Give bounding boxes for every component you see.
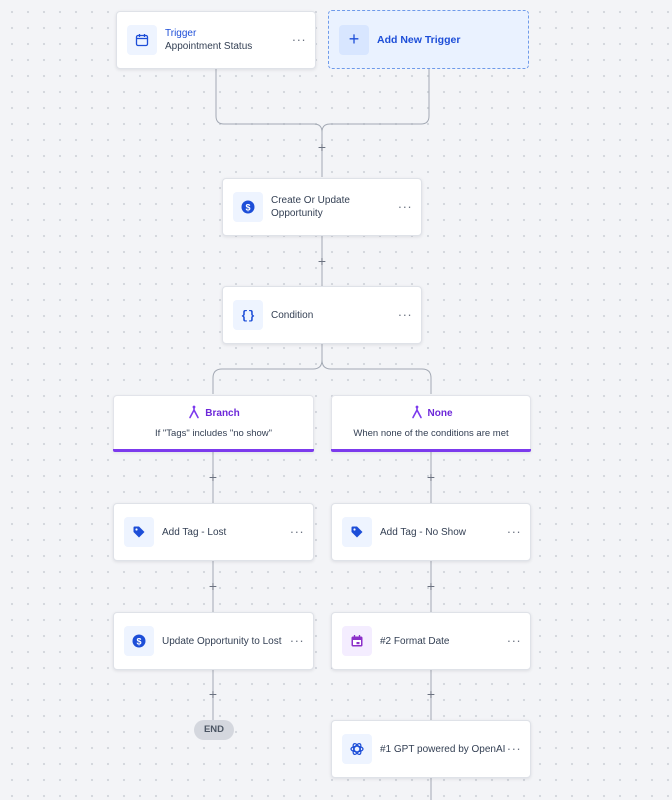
condition-more-button[interactable]: ··· [397,308,413,321]
add-step-button[interactable]: + [424,579,438,593]
condition-card[interactable]: {} Condition ··· [222,286,422,344]
condition-label: Condition [271,309,314,321]
add-step-button[interactable]: + [315,254,329,268]
svg-text:$: $ [245,202,250,212]
trigger-card[interactable]: Trigger Appointment Status ··· [116,11,316,69]
create-update-opportunity-card[interactable]: $ Create Or Update Opportunity ··· [222,178,422,236]
tag-icon [342,517,372,547]
tag-icon [124,517,154,547]
branch-split-icon [410,405,424,422]
create-update-opportunity-more-button[interactable]: ··· [397,200,413,213]
trigger-kicker: Trigger [165,28,197,39]
branch-description: If "Tags" includes "no show" [155,428,272,439]
add-step-button[interactable]: + [315,140,329,154]
add-new-trigger-button[interactable]: + Add New Trigger [328,10,529,69]
add-new-trigger-label: Add New Trigger [377,33,461,46]
add-tag-no-show-card[interactable]: Add Tag - No Show ··· [331,503,531,561]
branch-underline [113,449,314,452]
gpt-openai-more-button[interactable]: ··· [506,742,522,755]
gpt-openai-card[interactable]: #1 GPT powered by OpenAI ··· [331,720,531,778]
format-date-more-button[interactable]: ··· [506,634,522,647]
add-step-button[interactable]: + [424,470,438,484]
end-node: END [194,720,234,740]
format-date-card[interactable]: #2 Format Date ··· [331,612,531,670]
branch-header-left[interactable]: Branch If "Tags" includes "no show" [113,395,314,452]
add-tag-no-show-more-button[interactable]: ··· [506,525,522,538]
add-tag-lost-label: Add Tag - Lost [162,526,227,538]
add-tag-lost-card[interactable]: Add Tag - Lost ··· [113,503,314,561]
add-step-button[interactable]: + [206,470,220,484]
format-date-label: #2 Format Date [380,635,450,647]
dollar-icon: $ [124,626,154,656]
trigger-name: Appointment Status [165,41,253,52]
branch-split-icon [187,405,201,422]
dollar-icon: $ [233,192,263,222]
update-opportunity-lost-more-button[interactable]: ··· [289,634,305,647]
branch-title: Branch [205,408,240,419]
branch-underline [331,449,531,452]
branch-title: None [427,408,453,419]
svg-text:{}: {} [241,309,255,322]
add-step-button[interactable]: + [206,579,220,593]
gpt-openai-label: #1 GPT powered by OpenAI [380,743,506,755]
add-tag-lost-more-button[interactable]: ··· [289,525,305,538]
branch-description: When none of the conditions are met [353,428,509,439]
calendar-purple-icon [342,626,372,656]
calendar-icon [127,25,157,55]
plus-icon: + [339,24,369,55]
add-tag-no-show-label: Add Tag - No Show [380,526,466,538]
braces-icon: {} [233,300,263,330]
openai-icon [342,734,372,764]
add-step-button[interactable]: + [424,687,438,701]
add-step-button[interactable]: + [206,687,220,701]
branch-header-right[interactable]: None When none of the conditions are met [331,395,531,452]
create-update-opportunity-label: Create Or Update Opportunity [271,195,350,219]
update-opportunity-lost-card[interactable]: $ Update Opportunity to Lost ··· [113,612,314,670]
update-opportunity-lost-label: Update Opportunity to Lost [162,635,282,647]
trigger-more-button[interactable]: ··· [291,33,307,46]
svg-text:$: $ [136,636,141,646]
